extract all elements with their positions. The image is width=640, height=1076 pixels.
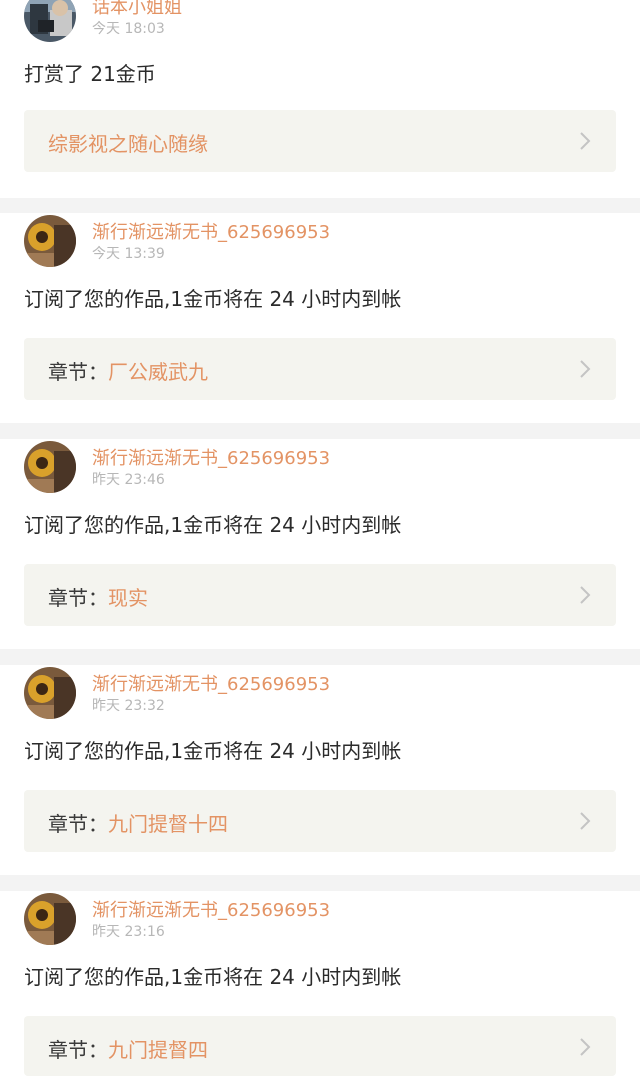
chevron-right-icon bbox=[576, 585, 594, 605]
notification-card: 渐行渐远渐无书_625696953 昨天 23:46 订阅了您的作品,1金币将在… bbox=[0, 439, 640, 649]
username[interactable]: 渐行渐远渐无书_625696953 bbox=[92, 218, 330, 244]
chapter-link[interactable]: 章节：现实 bbox=[24, 564, 616, 626]
link-prefix: 章节： bbox=[48, 360, 108, 384]
chapter-title: 厂公威武九 bbox=[108, 360, 208, 384]
sunflower-avatar-icon[interactable] bbox=[24, 667, 76, 719]
timestamp: 昨天 23:32 bbox=[92, 698, 165, 714]
username[interactable]: 渐行渐远渐无书_625696953 bbox=[92, 670, 330, 696]
notification-message: 订阅了您的作品,1金币将在 24 小时内到帐 bbox=[24, 739, 402, 763]
link-prefix: 章节： bbox=[48, 586, 108, 610]
photo-avatar-icon[interactable] bbox=[24, 0, 76, 42]
notification-card: 话本小姐姐 今天 18:03 打赏了 21金币 综影视之随心随缘 bbox=[0, 0, 640, 198]
notification-card: 渐行渐远渐无书_625696953 昨天 23:16 订阅了您的作品,1金币将在… bbox=[0, 891, 640, 1076]
work-link[interactable]: 综影视之随心随缘 bbox=[24, 110, 616, 172]
notification-feed: 话本小姐姐 今天 18:03 打赏了 21金币 综影视之随心随缘 渐行渐远渐无书… bbox=[0, 0, 640, 1076]
notification-message: 订阅了您的作品,1金币将在 24 小时内到帐 bbox=[24, 287, 402, 311]
timestamp: 昨天 23:46 bbox=[92, 472, 165, 488]
sunflower-avatar-icon[interactable] bbox=[24, 441, 76, 493]
work-link-text: 综影视之随心随缘 bbox=[48, 128, 208, 157]
chevron-right-icon bbox=[576, 131, 594, 151]
username[interactable]: 渐行渐远渐无书_625696953 bbox=[92, 896, 330, 922]
sunflower-avatar-icon[interactable] bbox=[24, 893, 76, 945]
notification-message: 打赏了 21金币 bbox=[24, 62, 156, 86]
notification-card: 渐行渐远渐无书_625696953 昨天 23:32 订阅了您的作品,1金币将在… bbox=[0, 665, 640, 875]
chapter-title: 九门提督十四 bbox=[108, 812, 228, 836]
timestamp: 今天 13:39 bbox=[92, 246, 165, 262]
chapter-link-text: 章节：九门提督四 bbox=[48, 1034, 208, 1063]
chapter-title: 九门提督四 bbox=[108, 1038, 208, 1062]
chapter-link-text: 章节：厂公威武九 bbox=[48, 356, 208, 385]
work-title: 综影视之随心随缘 bbox=[48, 132, 208, 156]
chapter-title: 现实 bbox=[108, 586, 148, 610]
chevron-right-icon bbox=[576, 1037, 594, 1057]
timestamp: 昨天 23:16 bbox=[92, 924, 165, 940]
notification-card: 渐行渐远渐无书_625696953 今天 13:39 订阅了您的作品,1金币将在… bbox=[0, 213, 640, 423]
chevron-right-icon bbox=[576, 359, 594, 379]
link-prefix: 章节： bbox=[48, 1038, 108, 1062]
chapter-link-text: 章节：九门提督十四 bbox=[48, 808, 228, 837]
username[interactable]: 话本小姐姐 bbox=[92, 0, 182, 19]
username[interactable]: 渐行渐远渐无书_625696953 bbox=[92, 444, 330, 470]
notification-message: 订阅了您的作品,1金币将在 24 小时内到帐 bbox=[24, 513, 402, 537]
sunflower-avatar-icon[interactable] bbox=[24, 215, 76, 267]
link-prefix: 章节： bbox=[48, 812, 108, 836]
chapter-link[interactable]: 章节：厂公威武九 bbox=[24, 338, 616, 400]
chevron-right-icon bbox=[576, 811, 594, 831]
timestamp: 今天 18:03 bbox=[92, 21, 165, 37]
chapter-link-text: 章节：现实 bbox=[48, 582, 148, 611]
notification-message: 订阅了您的作品,1金币将在 24 小时内到帐 bbox=[24, 965, 402, 989]
chapter-link[interactable]: 章节：九门提督四 bbox=[24, 1016, 616, 1076]
chapter-link[interactable]: 章节：九门提督十四 bbox=[24, 790, 616, 852]
